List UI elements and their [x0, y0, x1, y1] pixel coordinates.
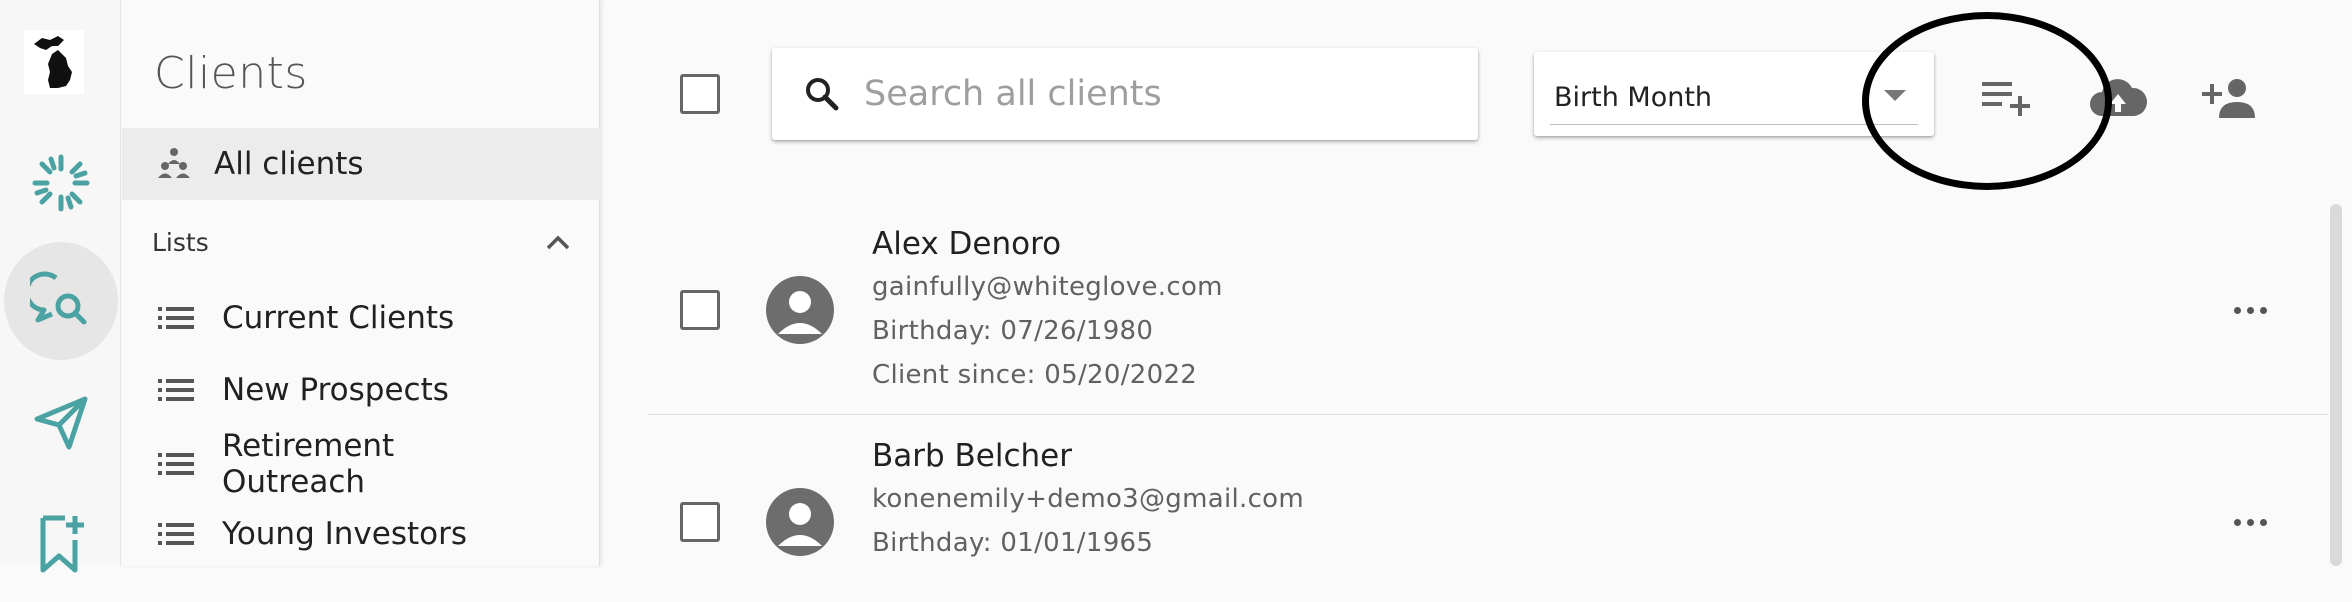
cloud-upload-icon [2090, 79, 2148, 116]
list-icon [158, 453, 194, 475]
michigan-logo-icon[interactable] [24, 30, 84, 94]
scrollbar[interactable] [2330, 204, 2342, 566]
sidebar-item-all-clients[interactable]: All clients [122, 128, 600, 200]
search-input[interactable] [864, 74, 1464, 114]
dot [2234, 519, 2241, 526]
client-birthday: Birthday: 01/01/1965 [872, 528, 1154, 558]
person-icon [778, 503, 822, 546]
select-all-checkbox[interactable] [680, 74, 720, 114]
sidebar-item-label: All clients [214, 146, 364, 182]
clients-sidebar: Clients All clients Lists Current Client… [122, 0, 600, 566]
add-to-list-button[interactable] [1976, 68, 2036, 128]
client-since: Client since: 05/20/2022 [872, 360, 1198, 390]
sort-select[interactable]: Birth Month [1534, 52, 1934, 136]
sort-select-underline [1550, 124, 1918, 125]
dot [2260, 519, 2267, 526]
add-client-button[interactable] [2200, 68, 2260, 128]
client-email: gainfully@whiteglove.com [872, 272, 1223, 302]
client-row[interactable]: Barb Belcher konenemily+demo3@gmail.com … [648, 422, 2328, 572]
sidebar-item-label: Current Clients [222, 300, 455, 336]
client-birthday: Birthday: 07/26/1980 [872, 316, 1154, 346]
client-row[interactable]: Alex Denoro gainfully@whiteglove.com Bir… [648, 210, 2328, 414]
list-icon [158, 523, 194, 545]
client-name[interactable]: Barb Belcher [872, 438, 1072, 474]
row-checkbox[interactable] [680, 502, 720, 542]
sidebar-item-young-investors[interactable]: Young Investors [122, 516, 600, 552]
caret-down-icon [1884, 90, 1906, 101]
chevron-up-icon[interactable] [544, 232, 572, 252]
dot [2260, 307, 2267, 314]
row-divider [648, 414, 2328, 415]
sidebar-item-retirement-outreach[interactable]: Retirement Outreach [122, 428, 600, 500]
clients-nav-button[interactable] [0, 242, 121, 360]
sidebar-item-current-clients[interactable]: Current Clients [122, 300, 600, 336]
lists-header-label: Lists [152, 227, 209, 257]
sidebar-item-new-prospects[interactable]: New Prospects [122, 372, 600, 408]
spark-icon [32, 154, 89, 212]
upload-button[interactable] [2088, 68, 2148, 128]
more-options-button[interactable] [2234, 519, 2267, 526]
avatar [766, 488, 834, 556]
client-email: konenemily+demo3@gmail.com [872, 484, 1305, 514]
bookmark-plus-icon [40, 515, 84, 573]
chat-search-icon [29, 271, 86, 325]
person-add-icon [2202, 79, 2255, 118]
active-indicator [3, 242, 118, 360]
nav-rail [0, 0, 121, 573]
lists-section-header[interactable]: Lists [152, 224, 572, 260]
bookmarks-nav-button[interactable] [0, 484, 121, 602]
search-icon [806, 78, 839, 111]
more-options-button[interactable] [2234, 307, 2267, 314]
sidebar-item-label: Young Investors [222, 516, 467, 552]
search-box[interactable] [772, 48, 1478, 140]
dot [2247, 519, 2254, 526]
send-icon [34, 396, 87, 450]
dot [2247, 307, 2254, 314]
sidebar-item-label: New Prospects [222, 372, 449, 408]
insights-nav-button[interactable] [0, 124, 121, 242]
client-name[interactable]: Alex Denoro [872, 226, 1061, 262]
avatar [766, 276, 834, 344]
list-icon [158, 379, 194, 401]
person-icon [778, 291, 822, 334]
playlist-add-icon [1982, 82, 2030, 116]
dot [2234, 307, 2241, 314]
messages-nav-button[interactable] [0, 364, 121, 482]
list-icon [158, 307, 194, 329]
people-icon [158, 148, 190, 178]
row-checkbox[interactable] [680, 290, 720, 330]
sidebar-title: Clients [154, 48, 308, 99]
sidebar-item-label: Retirement Outreach [222, 428, 395, 500]
sort-select-value: Birth Month [1554, 82, 1713, 113]
